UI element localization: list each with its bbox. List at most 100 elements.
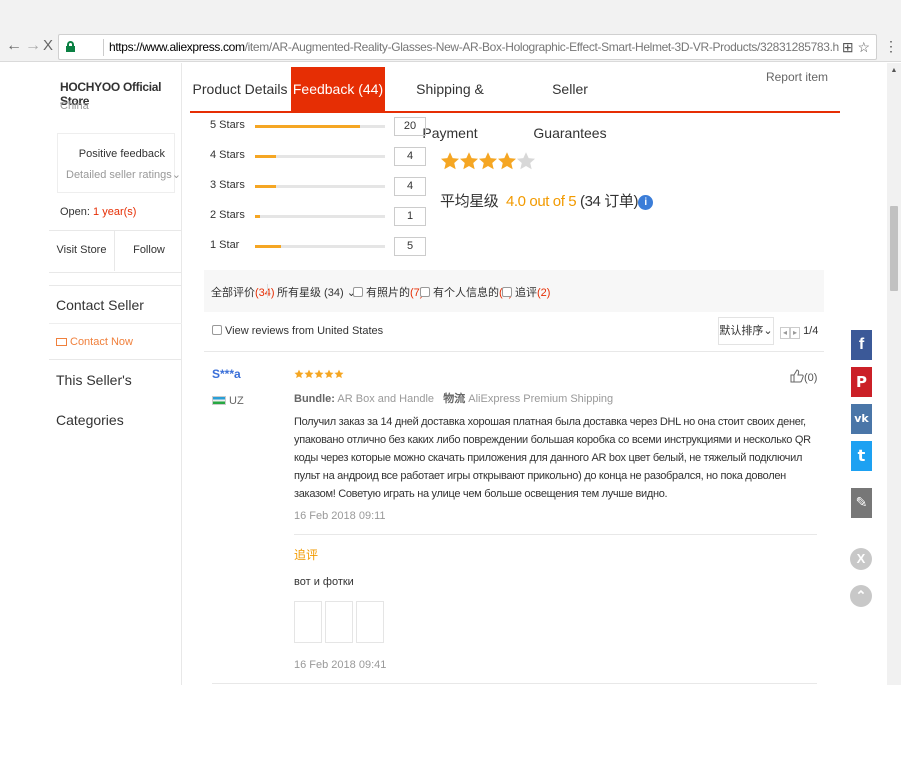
close-icon[interactable]: X bbox=[850, 548, 872, 570]
review-bundle-info: Bundle: AR Box and Handle 物流 AliExpress … bbox=[294, 393, 614, 405]
followup-photo[interactable] bbox=[325, 601, 353, 643]
twitter-share-icon[interactable]: t bbox=[851, 441, 872, 471]
filter-additional-feedback[interactable]: 追评(2) bbox=[502, 284, 550, 300]
checkbox[interactable] bbox=[502, 287, 512, 297]
facebook-share-icon[interactable]: f bbox=[851, 330, 872, 360]
star-icon bbox=[304, 369, 314, 379]
pagination: ◂ ▸ 1/4 bbox=[780, 325, 818, 339]
contact-seller-card: Contact Seller Contact Now This Seller's… bbox=[49, 285, 182, 428]
visit-store-button[interactable]: Visit Store bbox=[49, 231, 115, 271]
followup-text: вот и фотки bbox=[294, 576, 354, 588]
histogram-label: 2 Stars bbox=[210, 209, 245, 221]
translate-icon[interactable]: ⊞ bbox=[842, 39, 854, 55]
sort-dropdown[interactable]: 默认排序⌄ bbox=[718, 317, 774, 345]
followup-title: 追评 bbox=[294, 548, 319, 562]
histogram-label: 1 Star bbox=[210, 239, 240, 251]
star-icon bbox=[459, 151, 479, 171]
tab-seller-guarantees[interactable]: Seller Guarantees bbox=[518, 67, 622, 141]
reviewer-country: UZ bbox=[212, 395, 244, 407]
follow-button[interactable]: Follow bbox=[116, 231, 182, 271]
detailed-ratings-toggle[interactable]: Detailed seller ratings⌄ bbox=[66, 168, 181, 181]
filter-star-dropdown[interactable]: 所有星级 (34) ⌄ bbox=[277, 284, 356, 300]
histogram-count[interactable]: 20 bbox=[394, 117, 426, 136]
bookmark-star-icon[interactable]: ☆ bbox=[857, 39, 870, 55]
next-page-icon[interactable]: ▸ bbox=[790, 327, 800, 339]
histogram-label: 4 Stars bbox=[210, 149, 245, 161]
checkbox[interactable] bbox=[420, 287, 430, 297]
report-item-link[interactable]: Report item bbox=[766, 70, 828, 84]
forward-icon[interactable]: → bbox=[25, 36, 41, 56]
uz-flag-icon bbox=[212, 396, 226, 405]
view-us-reviews-checkbox[interactable]: View reviews from United States bbox=[212, 325, 383, 337]
star-icon bbox=[324, 369, 334, 379]
vk-share-icon[interactable]: vk bbox=[851, 404, 872, 434]
tab-product-details[interactable]: Product Details bbox=[190, 67, 290, 111]
back-to-top-icon[interactable]: ⌃ bbox=[850, 585, 872, 607]
store-open-duration: Open: 1 year(s) bbox=[60, 206, 137, 218]
reviewer-name[interactable]: S***a bbox=[212, 367, 241, 381]
mail-icon bbox=[56, 338, 67, 346]
prev-page-icon[interactable]: ◂ bbox=[780, 327, 790, 339]
filter-all[interactable]: 全部评价(34) bbox=[211, 284, 275, 300]
histogram-bar bbox=[255, 125, 385, 128]
filter-with-photos[interactable]: 有照片的(7) bbox=[353, 284, 423, 300]
followup-photo[interactable] bbox=[356, 601, 384, 643]
stop-icon[interactable]: X bbox=[43, 36, 53, 56]
helpful-button[interactable]: (0) bbox=[790, 369, 817, 384]
review-text: Получил заказ за 14 дней доставка хороша… bbox=[294, 416, 811, 500]
star-icon bbox=[497, 151, 517, 171]
histogram-count[interactable]: 1 bbox=[394, 207, 426, 226]
pinterest-share-icon[interactable]: P bbox=[851, 367, 872, 397]
lock-icon bbox=[66, 41, 75, 52]
url-text[interactable]: https://www.aliexpress.com/item/AR-Augme… bbox=[109, 40, 839, 54]
contact-seller-title: Contact Seller bbox=[49, 286, 182, 324]
followup-date: 16 Feb 2018 09:41 bbox=[294, 659, 387, 671]
checkbox[interactable] bbox=[353, 287, 363, 297]
browser-menu-icon[interactable]: ⋮ bbox=[884, 38, 898, 55]
seller-categories-title[interactable]: This Seller's Categories bbox=[49, 360, 182, 428]
page-viewport: HOCHYOO Official Store China Positive fe… bbox=[0, 63, 901, 685]
seller-rating-box: Positive feedback Detailed seller rating… bbox=[57, 133, 181, 193]
star-icon bbox=[478, 151, 498, 171]
browser-toolbar: ← → X https://www.aliexpress.com/item/AR… bbox=[0, 0, 901, 62]
histogram-label: 5 Stars bbox=[210, 119, 245, 131]
product-tabs: Product Details Feedback (44) Shipping &… bbox=[190, 67, 840, 141]
info-icon[interactable]: i bbox=[638, 195, 654, 210]
average-rating-text: 平均星级 4.0 out of 5 (34 订单) i bbox=[440, 190, 654, 211]
review-stars bbox=[294, 368, 344, 382]
checkbox[interactable] bbox=[212, 325, 222, 335]
histogram-bar bbox=[255, 245, 385, 248]
page-scrollbar[interactable]: ▲ bbox=[887, 63, 901, 685]
histogram-bar bbox=[255, 185, 385, 188]
tab-feedback[interactable]: Feedback (44) bbox=[291, 67, 385, 111]
thumbs-up-icon bbox=[790, 369, 804, 383]
address-bar[interactable]: https://www.aliexpress.com/item/AR-Augme… bbox=[58, 34, 877, 60]
review-date: 16 Feb 2018 09:11 bbox=[294, 510, 386, 522]
contact-now-link[interactable]: Contact Now bbox=[49, 324, 182, 360]
page-indicator: 1/4 bbox=[803, 325, 819, 337]
scroll-up-icon[interactable]: ▲ bbox=[887, 67, 901, 74]
histogram-count[interactable]: 4 bbox=[394, 177, 426, 196]
store-country: China bbox=[60, 100, 89, 112]
product-main: Product Details Feedback (44) Shipping &… bbox=[190, 63, 840, 685]
star-icon bbox=[314, 369, 324, 379]
star-icon bbox=[334, 369, 344, 379]
back-icon[interactable]: ← bbox=[6, 36, 22, 56]
star-icon bbox=[516, 151, 536, 171]
scroll-thumb[interactable] bbox=[890, 206, 898, 291]
followup-photo[interactable] bbox=[294, 601, 322, 643]
store-card: HOCHYOO Official Store China Positive fe… bbox=[49, 63, 182, 273]
average-rating-stars bbox=[440, 151, 535, 174]
histogram-label: 3 Stars bbox=[210, 179, 245, 191]
seller-sidebar: HOCHYOO Official Store China Positive fe… bbox=[49, 63, 182, 685]
filter-personal-info[interactable]: 有个人信息的(0) bbox=[420, 284, 512, 300]
histogram-count[interactable]: 4 bbox=[394, 147, 426, 166]
edit-icon[interactable]: ✎ bbox=[851, 488, 872, 518]
histogram-bar bbox=[255, 155, 385, 158]
positive-feedback-label: Positive feedback bbox=[78, 148, 165, 160]
star-icon bbox=[440, 151, 460, 171]
tab-shipping-payment[interactable]: Shipping & Payment bbox=[390, 67, 510, 141]
feedback-filter-bar: 全部评价(34) 所有星级 (34) ⌄ 有照片的(7) 有个人信息的(0) 追… bbox=[204, 270, 824, 312]
star-icon bbox=[294, 369, 304, 379]
histogram-count[interactable]: 5 bbox=[394, 237, 426, 256]
